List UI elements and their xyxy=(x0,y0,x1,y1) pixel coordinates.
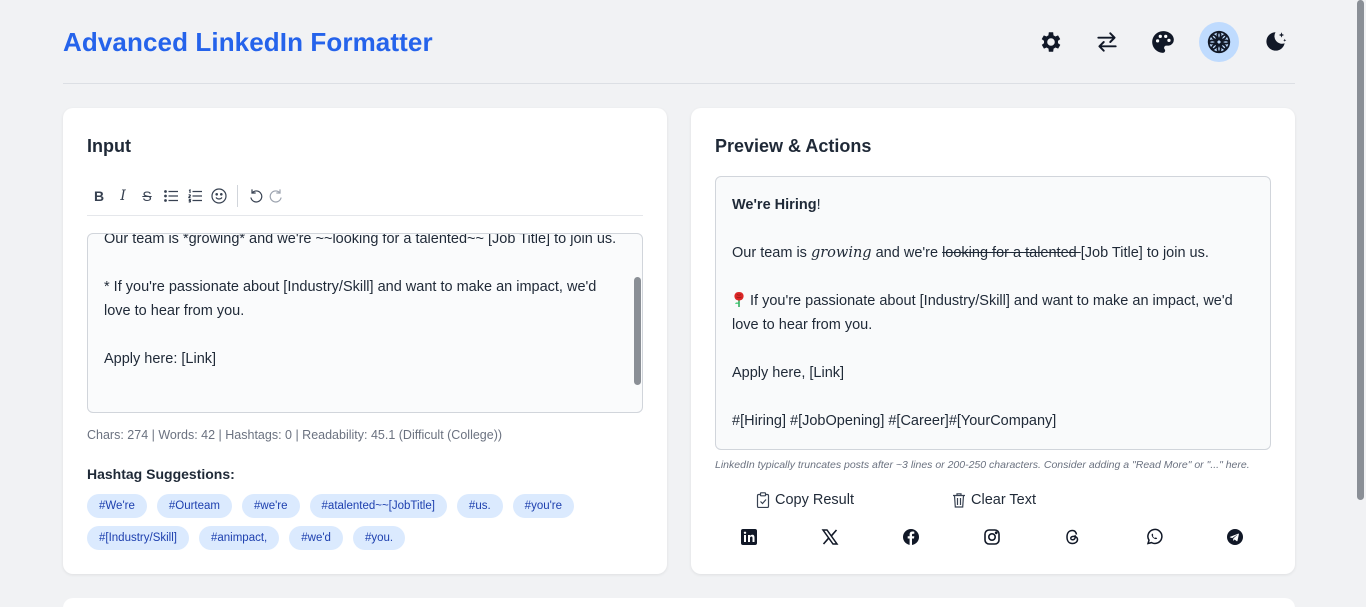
hashtag-chip[interactable]: #you. xyxy=(352,526,406,550)
clipboard-icon xyxy=(756,492,770,508)
truncation-hint: LinkedIn typically truncates posts after… xyxy=(715,459,1250,471)
threads-icon xyxy=(1066,529,1079,545)
preview-card: Preview & Actions We're Hiring! Our team… xyxy=(691,108,1295,574)
preview-strike-text: looking for a talented xyxy=(942,245,1081,261)
input-card: Input B I S Our team is *growing* and we… xyxy=(63,108,667,574)
hashtag-chip[interactable]: #you're xyxy=(512,494,575,518)
bullet-list-icon xyxy=(164,189,178,202)
format-toolbar: B I S xyxy=(87,176,643,216)
toolbar-divider xyxy=(237,184,238,207)
preview-text: Our team is xyxy=(732,245,811,261)
undo-icon xyxy=(250,188,263,203)
hashtag-chip[interactable]: #we'd xyxy=(289,526,343,550)
swap-button[interactable] xyxy=(1087,22,1127,62)
italic-button[interactable]: I xyxy=(111,184,135,208)
trash-icon xyxy=(953,493,965,508)
share-facebook-button[interactable] xyxy=(901,527,921,547)
page-scrollbar[interactable] xyxy=(1357,0,1364,500)
undo-button[interactable] xyxy=(246,184,266,208)
preview-italic-text: growing xyxy=(810,245,872,261)
hashtag-suggestions: #We're #Ourteam #we're #atalented~~[JobT… xyxy=(87,494,607,550)
hashtag-chip[interactable]: #we're xyxy=(242,494,300,518)
editor-scroll-thumb[interactable] xyxy=(634,277,641,385)
copy-result-button[interactable]: Copy Result xyxy=(755,492,854,508)
text-stats: Chars: 274 | Words: 42 | Hashtags: 0 | R… xyxy=(87,428,503,442)
header: Advanced LinkedIn Formatter xyxy=(63,18,1295,84)
hashtag-chip[interactable]: #Ourteam xyxy=(156,494,232,518)
editor-text[interactable]: Our team is *growing* and we're ~~lookin… xyxy=(104,234,624,371)
whatsapp-icon xyxy=(1146,528,1163,545)
preview-hashtags-line: #[Hiring] #[JobOpening] #[Career]#[YourC… xyxy=(732,413,1057,429)
header-actions xyxy=(1031,22,1295,62)
telegram-icon xyxy=(1227,529,1243,545)
share-x-button[interactable] xyxy=(820,527,840,547)
clear-text-button[interactable]: Clear Text xyxy=(951,492,1036,508)
style-button[interactable] xyxy=(1199,22,1239,62)
preview-heading-line: We're Hiring! xyxy=(732,193,1254,217)
input-title: Input xyxy=(87,136,131,156)
emoji-button[interactable] xyxy=(207,184,231,208)
share-linkedin-button[interactable] xyxy=(739,527,759,547)
bullet-list-button[interactable] xyxy=(159,184,183,208)
numbered-list-icon xyxy=(188,188,202,203)
swap-icon xyxy=(1097,32,1117,52)
smiley-icon xyxy=(211,187,227,204)
preview-line: Our team is growing and we're looking fo… xyxy=(732,241,1254,265)
instagram-icon xyxy=(984,529,1000,545)
gear-icon xyxy=(1041,32,1061,52)
x-icon xyxy=(821,529,839,545)
preview-title: Preview & Actions xyxy=(715,136,872,156)
palette-icon xyxy=(1152,31,1174,53)
italic-label: I xyxy=(120,187,126,204)
numbered-list-button[interactable] xyxy=(183,184,207,208)
strikethrough-button[interactable]: S xyxy=(135,184,159,208)
preview-text: [Job Title] to join us. xyxy=(1080,245,1209,261)
app-title: Advanced LinkedIn Formatter xyxy=(63,27,433,57)
preview-text: If you're passionate about [Industry/Ski… xyxy=(732,293,1233,333)
strike-label: S xyxy=(142,187,152,204)
hashtag-chip[interactable]: #atalented~~[JobTitle] xyxy=(309,494,447,518)
bold-label: B xyxy=(93,187,105,204)
dark-mode-button[interactable] xyxy=(1255,22,1295,62)
share-telegram-button[interactable] xyxy=(1225,527,1245,547)
clear-text-label: Clear Text xyxy=(971,492,1037,508)
next-section-card xyxy=(63,598,1295,607)
editor-scrollbar[interactable] xyxy=(632,234,642,412)
settings-button[interactable] xyxy=(1031,22,1071,62)
post-preview: We're Hiring! Our team is growing and we… xyxy=(715,176,1271,450)
moon-icon xyxy=(1266,32,1287,51)
share-buttons xyxy=(739,527,1245,547)
rose-emoji-icon xyxy=(734,292,744,307)
facebook-icon xyxy=(903,529,919,545)
flower-icon xyxy=(1207,30,1231,54)
share-whatsapp-button[interactable] xyxy=(1144,527,1164,547)
preview-bullet-line: If you're passionate about [Industry/Ski… xyxy=(732,289,1254,337)
bold-button[interactable]: B xyxy=(87,184,111,208)
post-text-editor[interactable]: Our team is *growing* and we're ~~lookin… xyxy=(87,233,643,413)
theme-palette-button[interactable] xyxy=(1143,22,1183,62)
redo-button[interactable] xyxy=(266,184,286,208)
linkedin-icon xyxy=(741,529,757,545)
share-threads-button[interactable] xyxy=(1063,527,1083,547)
hashtag-chip[interactable]: #animpact, xyxy=(198,526,280,550)
hashtag-chip[interactable]: #us. xyxy=(456,494,503,518)
preview-line: Apply here, [Link] xyxy=(732,365,845,381)
hashtag-chip[interactable]: #[Industry/Skill] xyxy=(87,526,189,550)
redo-icon xyxy=(269,188,282,203)
preview-heading-suffix: ! xyxy=(816,197,821,213)
hashtag-chip[interactable]: #We're xyxy=(87,494,147,518)
preview-text: and we're xyxy=(871,245,943,261)
preview-heading: We're Hiring xyxy=(732,197,817,213)
copy-result-label: Copy Result xyxy=(775,492,854,508)
hashtag-suggestions-title: Hashtag Suggestions: xyxy=(87,466,235,482)
share-instagram-button[interactable] xyxy=(982,527,1002,547)
